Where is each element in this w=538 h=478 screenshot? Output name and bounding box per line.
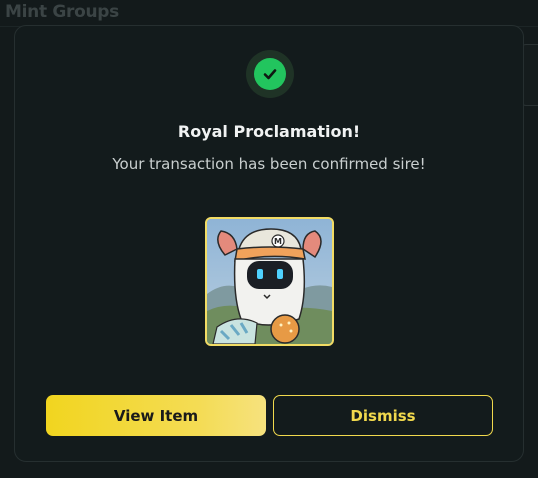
confirmation-modal: Royal Proclamation! Your transaction has… [14, 25, 524, 462]
modal-message: Your transaction has been confirmed sire… [112, 155, 426, 173]
check-circle-icon [254, 58, 286, 90]
robot-bear-nft-image: M [207, 219, 332, 344]
success-icon-ring [246, 50, 294, 98]
modal-title: Royal Proclamation! [177, 122, 361, 141]
dismiss-button[interactable]: Dismiss [273, 395, 493, 436]
nft-image[interactable]: M [205, 217, 334, 346]
page-title-mint-groups: Mint Groups [5, 2, 119, 22]
view-item-button[interactable]: View Item [46, 395, 266, 436]
svg-text:M: M [274, 237, 282, 246]
